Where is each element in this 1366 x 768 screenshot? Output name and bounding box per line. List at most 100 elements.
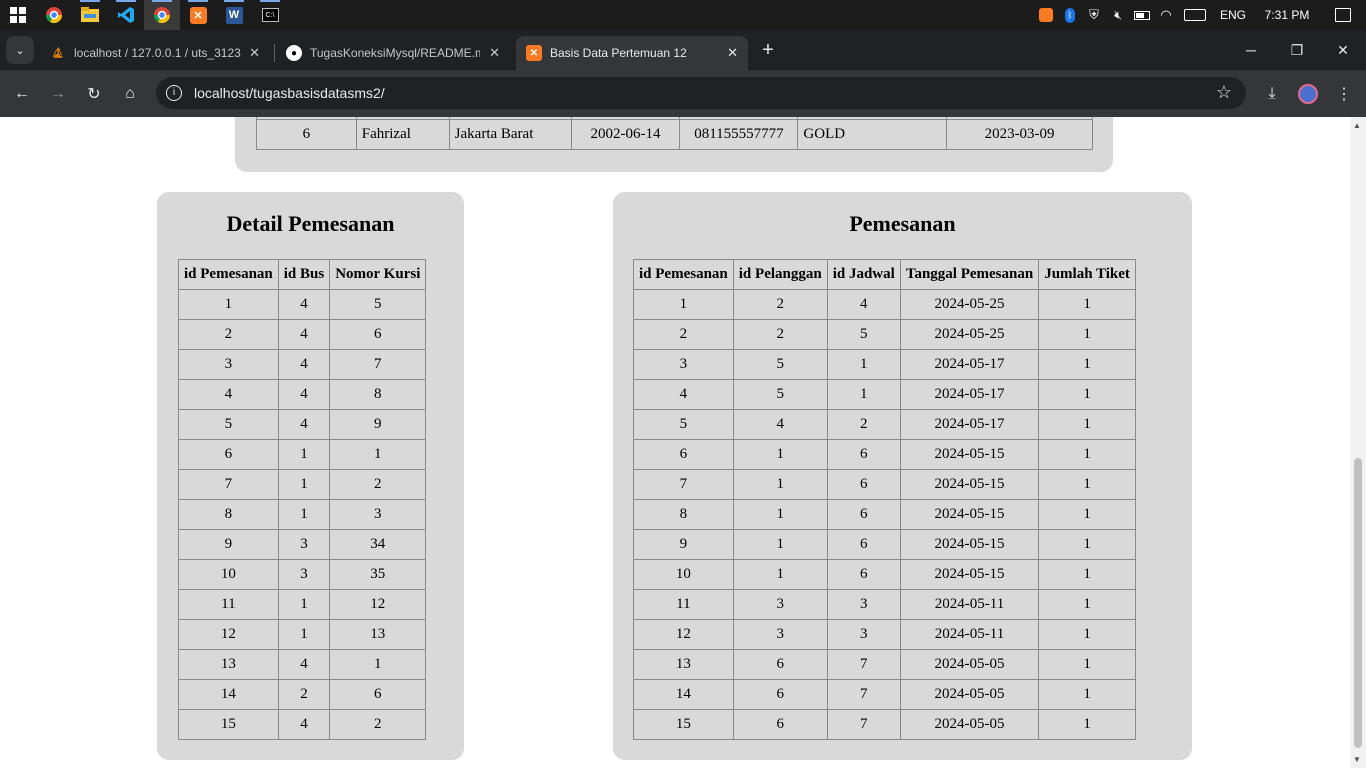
table-row: 2 2 5 2024-05-25 1 xyxy=(633,319,1136,350)
table-cell: 1 xyxy=(1038,529,1136,560)
table-cell: 2 xyxy=(732,319,828,350)
table-row: 11 3 3 2024-05-11 1 xyxy=(633,589,1136,620)
table-cell: 7 xyxy=(633,469,734,500)
xampp-icon[interactable]: ✕ xyxy=(180,0,216,30)
table-cell: 6 xyxy=(826,529,901,560)
forward-button[interactable]: → xyxy=(44,80,72,108)
xampp-tray-icon[interactable] xyxy=(1034,0,1058,30)
table-cell: 2 xyxy=(277,679,331,710)
table-cell: 8 xyxy=(633,499,734,530)
pelanggan-panel: 6 Fahrizal Jakarta Barat 2002-06-14 0811… xyxy=(235,117,1113,172)
table-cell: Fahrizal xyxy=(355,119,450,150)
table-cell: 2024-05-05 xyxy=(899,649,1040,680)
table-cell: 6 xyxy=(732,709,828,740)
restore-button[interactable]: ❐ xyxy=(1274,30,1320,70)
table-row: 10 1 6 2024-05-15 1 xyxy=(633,559,1136,590)
keyboard-icon[interactable] xyxy=(1178,0,1212,30)
reload-button[interactable]: ↻ xyxy=(80,80,108,108)
xampp-icon: ✕ xyxy=(526,45,542,61)
address-bar[interactable]: i localhost/tugasbasisdatasms2/ ☆ xyxy=(156,77,1246,109)
url-text[interactable]: localhost/tugasbasisdatasms2/ xyxy=(194,85,385,101)
download-icon[interactable]: ⤓ xyxy=(1258,80,1286,108)
home-button[interactable]: ⌂ xyxy=(116,80,144,108)
table-cell: 3 xyxy=(826,619,901,650)
scroll-down-arrow[interactable]: ▼ xyxy=(1353,755,1361,764)
battery-icon[interactable] xyxy=(1130,0,1154,30)
table-row: 8 1 6 2024-05-15 1 xyxy=(633,499,1136,530)
table-cell: 2024-05-15 xyxy=(899,469,1040,500)
table-cell: 5 xyxy=(826,319,901,350)
table-cell: 4 xyxy=(277,289,331,320)
page-scrollbar[interactable]: ▲ ▼ xyxy=(1350,117,1366,768)
table-cell: 2024-05-17 xyxy=(899,379,1040,410)
tab-phpmyadmin[interactable]: ⛵︎ localhost / 127.0.0.1 / uts_3123 ✕ xyxy=(40,36,270,70)
notifications-icon[interactable] xyxy=(1320,0,1366,30)
table-row: 6 1 6 2024-05-15 1 xyxy=(633,439,1136,470)
table-cell: 1 xyxy=(732,559,828,590)
table-row: 549 xyxy=(178,409,427,440)
scroll-up-arrow[interactable]: ▲ xyxy=(1353,121,1361,130)
table-row: 448 xyxy=(178,379,427,410)
table-cell: 4 xyxy=(633,379,734,410)
table-cell: 1 xyxy=(1038,589,1136,620)
table-cell: 5 xyxy=(732,379,828,410)
phpmyadmin-icon: ⛵︎ xyxy=(51,47,65,59)
vscode-icon[interactable] xyxy=(108,0,144,30)
system-tray: ᛒ ⛨ 🔇︎ ◠ ENG 7:31 PM xyxy=(1034,0,1366,30)
wifi-icon[interactable]: ◠ xyxy=(1154,0,1178,30)
page-content: 6 Fahrizal Jakarta Barat 2002-06-14 0811… xyxy=(0,117,1350,768)
table-cell: 1 xyxy=(1038,499,1136,530)
close-window-button[interactable]: ✕ xyxy=(1320,30,1366,70)
table-cell: 12 xyxy=(329,589,427,620)
minimize-button[interactable]: ─ xyxy=(1228,30,1274,70)
table-row: 347 xyxy=(178,349,427,380)
table-cell: 34 xyxy=(329,529,427,560)
table-cell: 1 xyxy=(277,439,331,470)
back-button[interactable]: ← xyxy=(8,80,36,108)
tab-github[interactable]: ● TugasKoneksiMysql/README.m ✕ xyxy=(276,36,510,70)
tab-basis-data[interactable]: ✕ Basis Data Pertemuan 12 ✕ xyxy=(516,36,748,70)
bluetooth-icon[interactable]: ᛒ xyxy=(1058,0,1082,30)
table-cell: 5 xyxy=(178,409,279,440)
table-cell: 5 xyxy=(329,289,427,320)
table-cell: 11 xyxy=(633,589,734,620)
close-icon[interactable]: ✕ xyxy=(249,45,260,61)
pemesanan-table: id Pemesanan id Pelanggan id Jadwal Tang… xyxy=(633,259,1136,740)
close-icon[interactable]: ✕ xyxy=(727,45,738,61)
table-cell: 6 xyxy=(256,119,357,150)
table-cell: 35 xyxy=(329,559,427,590)
language-indicator[interactable]: ENG xyxy=(1212,8,1254,22)
table-row: 10 3 35 xyxy=(178,559,427,590)
file-explorer-icon[interactable] xyxy=(72,0,108,30)
table-row: 712 xyxy=(178,469,427,500)
table-cell: 2024-05-05 xyxy=(899,679,1040,710)
menu-icon[interactable]: ⋮ xyxy=(1330,80,1358,108)
table-cell: 1 xyxy=(732,499,828,530)
word-icon[interactable]: W xyxy=(216,0,252,30)
column-header: Jumlah Tiket xyxy=(1038,259,1136,290)
chrome-active-taskbar-icon[interactable] xyxy=(144,0,180,30)
site-info-icon[interactable]: i xyxy=(166,85,182,101)
close-icon[interactable]: ✕ xyxy=(489,45,500,61)
profile-avatar[interactable] xyxy=(1294,80,1322,108)
security-icon[interactable]: ⛨ xyxy=(1082,0,1106,30)
bookmark-star-icon[interactable]: ☆ xyxy=(1216,82,1232,103)
table-cell: 9 xyxy=(329,409,427,440)
browser-toolbar: ← → ↻ ⌂ i localhost/tugasbasisdatasms2/ … xyxy=(0,70,1366,117)
terminal-icon[interactable]: C:\ xyxy=(252,0,288,30)
tab-separator xyxy=(274,44,275,62)
tab-search-button[interactable]: ⌄ xyxy=(6,36,34,64)
scroll-thumb[interactable] xyxy=(1354,458,1362,748)
table-cell: 1 xyxy=(1038,409,1136,440)
speaker-muted-icon[interactable]: 🔇︎ xyxy=(1106,0,1130,30)
table-row: 1 2 4 2024-05-25 1 xyxy=(633,289,1136,320)
new-tab-button[interactable]: + xyxy=(754,36,782,64)
chrome-taskbar-icon[interactable] xyxy=(36,0,72,30)
table-cell: 2024-05-17 xyxy=(899,349,1040,380)
detail-pemesanan-panel: Detail Pemesanan id Pemesanan id Bus Nom… xyxy=(157,192,464,760)
windows-start-icon[interactable] xyxy=(0,0,36,30)
table-row: 9 1 6 2024-05-15 1 xyxy=(633,529,1136,560)
clock[interactable]: 7:31 PM xyxy=(1254,8,1320,22)
table-cell: 6 xyxy=(633,439,734,470)
table-cell: GOLD xyxy=(797,119,948,150)
